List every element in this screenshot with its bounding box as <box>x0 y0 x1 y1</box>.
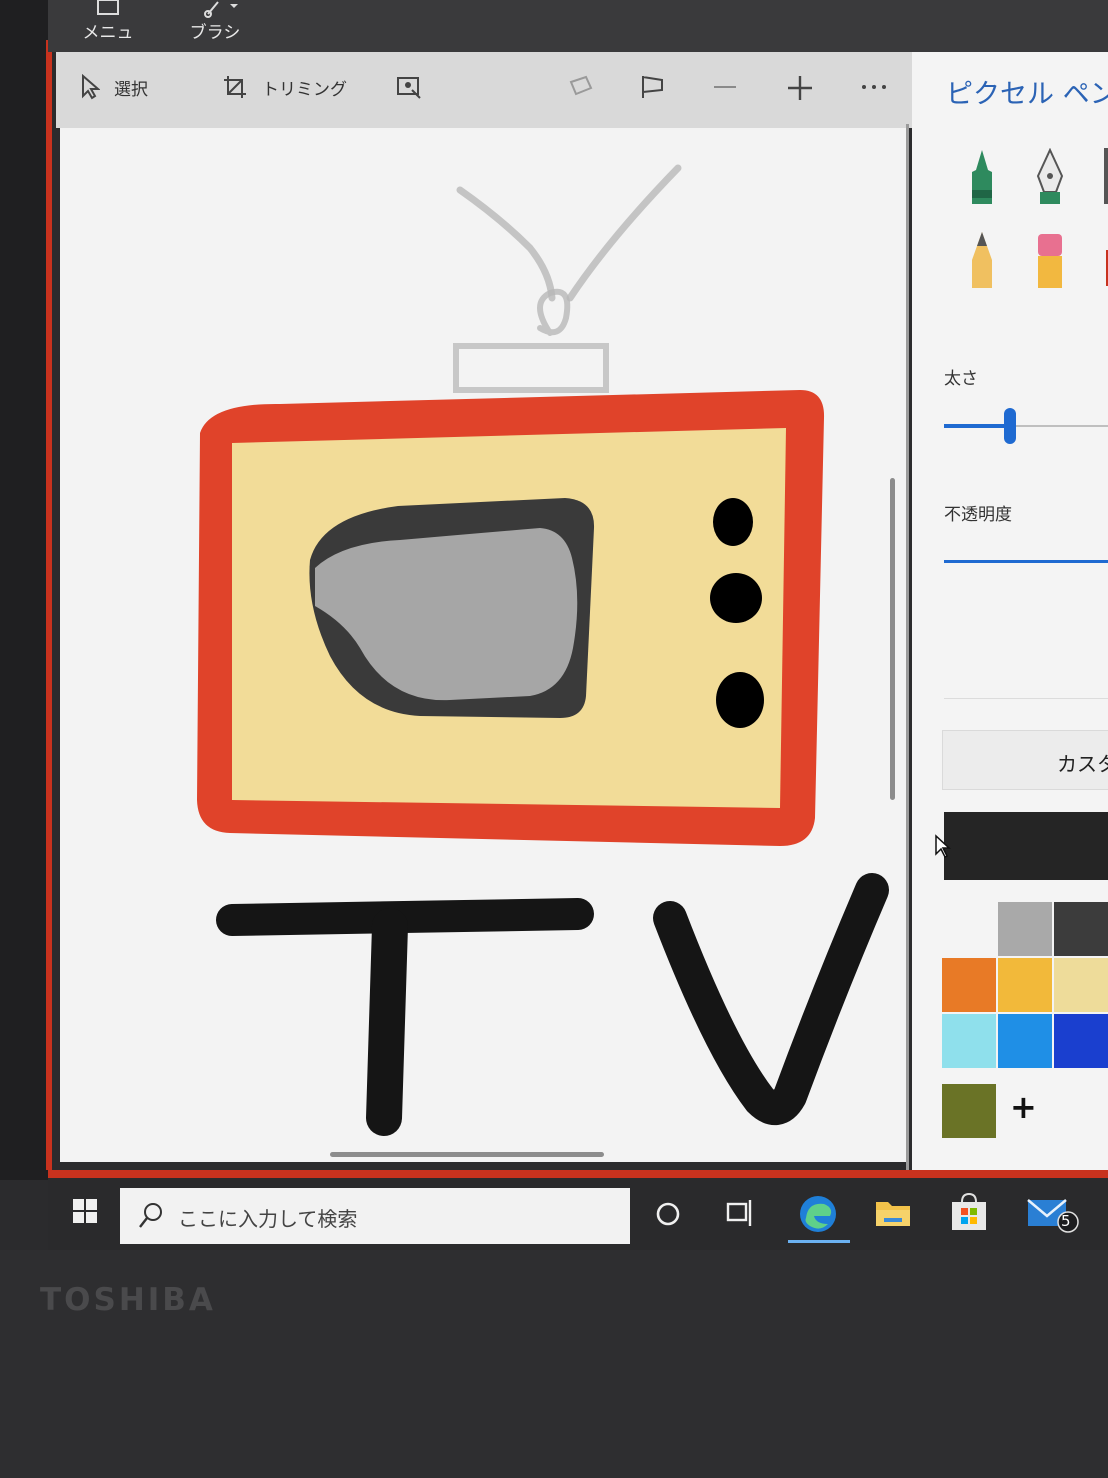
thickness-slider-fill <box>944 424 1010 428</box>
screen-bezel <box>0 0 48 1180</box>
task-view-icon[interactable] <box>724 1198 756 1228</box>
tv-knob <box>716 672 764 728</box>
tv-drawing <box>197 164 889 1136</box>
sticker-button[interactable] <box>568 74 608 100</box>
antenna-sketch <box>453 164 682 393</box>
marker-pen-icon[interactable] <box>962 148 1002 208</box>
add-color-button[interactable]: + <box>1010 1088 1037 1126</box>
mail-badge: 5 <box>1061 1212 1071 1230</box>
store-icon[interactable] <box>950 1192 988 1232</box>
brush-panel: ピクセル ペン 太さ 不透明度 カスタ + <box>912 52 1108 1170</box>
crop-icon <box>224 76 246 98</box>
menu-icon <box>97 0 119 15</box>
windows-start-icon[interactable] <box>72 1198 98 1224</box>
horizontal-scrollbar[interactable] <box>330 1152 604 1157</box>
color-swatch[interactable] <box>942 958 996 1012</box>
trim-label: トリミング <box>262 79 347 100</box>
panel-title: ピクセル ペン <box>946 79 1108 110</box>
color-swatch[interactable] <box>998 902 1052 956</box>
dropdown-icon <box>230 4 238 8</box>
toolbar: 選択 トリミング <box>56 52 912 128</box>
opacity-label: 不透明度 <box>944 505 1012 525</box>
thickness-slider-thumb[interactable] <box>1004 408 1016 444</box>
magic-select-icon <box>397 77 421 99</box>
brand-logo: TOSHIBA <box>40 1282 216 1318</box>
file-explorer-icon[interactable] <box>874 1196 912 1230</box>
flag-icon <box>642 76 663 98</box>
color-swatch[interactable] <box>1054 1014 1108 1068</box>
select-label: 選択 <box>114 79 148 100</box>
crayon-icon[interactable] <box>1100 250 1108 290</box>
drawing-canvas[interactable] <box>60 128 906 1162</box>
trim-button[interactable]: トリミング <box>222 74 347 100</box>
app-menubar: メニュー ブラシ <box>48 0 1108 68</box>
thickness-label: 太さ <box>944 369 978 389</box>
color-swatch[interactable] <box>1054 902 1108 956</box>
taskbar: ここに入力して検索 5 <box>48 1170 1108 1250</box>
custom-color-button[interactable]: カスタ <box>942 730 1108 790</box>
opacity-slider[interactable] <box>944 560 1108 563</box>
active-app-indicator <box>788 1240 850 1243</box>
more-icon <box>862 85 886 89</box>
window-accent-edge <box>46 40 52 1170</box>
vertical-scrollbar[interactable] <box>890 478 895 800</box>
color-swatch[interactable] <box>942 1014 996 1068</box>
edge-browser-icon[interactable] <box>798 1194 838 1234</box>
plus-icon <box>788 76 812 100</box>
color-swatch[interactable] <box>998 1014 1052 1068</box>
magic-select-button[interactable] <box>396 74 436 100</box>
color-swatch[interactable] <box>942 902 996 956</box>
mail-icon[interactable] <box>1024 1192 1084 1236</box>
pencil-icon[interactable] <box>962 230 1002 292</box>
tv-knob <box>713 498 753 546</box>
eraser-icon[interactable] <box>1030 230 1070 292</box>
panel-separator <box>944 698 1108 699</box>
pointer-icon <box>82 74 100 100</box>
color-swatch[interactable] <box>1054 958 1108 1012</box>
search-placeholder: ここに入力して検索 <box>178 1207 358 1231</box>
color-swatch[interactable] <box>998 958 1052 1012</box>
sticker-icon <box>569 75 593 96</box>
calligraphy-pen-icon[interactable] <box>1030 148 1070 208</box>
current-color-swatch <box>944 812 1108 880</box>
brush-button[interactable]: ブラシ <box>180 0 250 43</box>
custom-color-label: カスタ <box>1057 752 1108 776</box>
flag-button[interactable] <box>640 74 680 100</box>
zoom-out-button[interactable] <box>712 74 752 100</box>
zoom-in-button[interactable] <box>786 74 828 102</box>
cortana-icon[interactable] <box>654 1200 682 1228</box>
search-icon <box>139 1203 162 1228</box>
oil-brush-icon[interactable] <box>1098 148 1108 208</box>
panel-divider <box>906 124 909 1170</box>
brush-label: ブラシ <box>189 23 241 43</box>
tv-lettering <box>216 873 889 1136</box>
taskbar-search-box[interactable]: ここに入力して検索 <box>120 1188 630 1244</box>
tv-knob <box>710 573 762 623</box>
select-button[interactable]: 選択 <box>80 74 148 100</box>
color-swatch[interactable] <box>942 1084 996 1138</box>
mouse-cursor-icon <box>935 834 951 859</box>
more-button[interactable] <box>860 74 902 100</box>
brush-icon <box>204 1 238 18</box>
minus-icon <box>714 86 736 88</box>
